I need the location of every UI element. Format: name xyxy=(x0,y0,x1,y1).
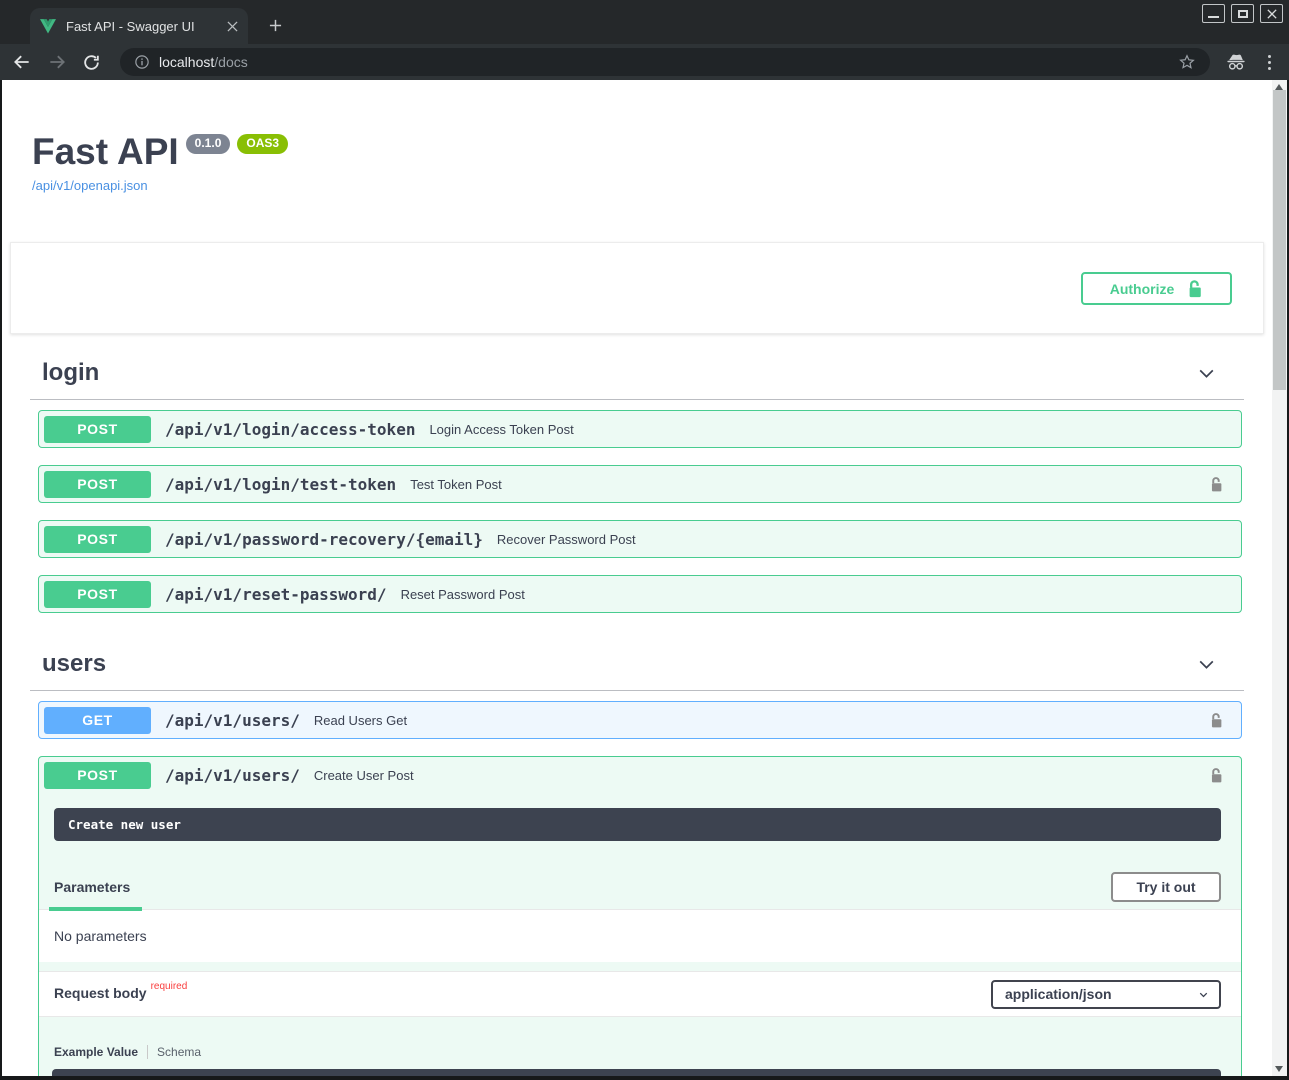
method-badge: POST xyxy=(44,762,151,789)
content-type-select[interactable]: application/json xyxy=(991,980,1221,1009)
endpoint-create-user: POST /api/v1/users/ Create User Post Cre… xyxy=(38,756,1242,1076)
endpoint-path: /api/v1/login/access-token xyxy=(165,420,415,439)
chevron-down-icon[interactable] xyxy=(1196,654,1217,675)
close-button[interactable] xyxy=(1260,4,1283,23)
select-chevron-icon xyxy=(1197,988,1210,1001)
incognito-icon xyxy=(1225,51,1247,73)
endpoint-create-user-header[interactable]: POST /api/v1/users/ Create User Post xyxy=(39,757,1241,793)
method-badge: GET xyxy=(44,707,151,734)
swagger-page: Fast API 0.1.0 OAS3 /api/v1/openapi.json… xyxy=(2,80,1272,1076)
address-bar[interactable]: localhost/docs xyxy=(120,48,1210,76)
endpoint-login-access-token[interactable]: POST /api/v1/login/access-token Login Ac… xyxy=(38,410,1242,448)
endpoint-summary: Read Users Get xyxy=(314,713,407,728)
endpoint-path: /api/v1/login/test-token xyxy=(165,475,396,494)
section-login: login POST /api/v1/login/access-token Lo… xyxy=(30,334,1244,613)
lock-icon[interactable] xyxy=(1210,767,1223,784)
parameters-header: Parameters Try it out xyxy=(39,864,1241,910)
endpoint-path: /api/v1/password-recovery/{email} xyxy=(165,530,483,549)
method-badge: POST xyxy=(44,471,151,498)
section-users: users GET /api/v1/users/ Read Users Get xyxy=(30,630,1244,1076)
active-tab-underline xyxy=(49,907,142,911)
example-code-block: { xyxy=(52,1069,1221,1076)
endpoint-summary: Recover Password Post xyxy=(497,532,636,547)
site-info-icon[interactable] xyxy=(134,54,150,70)
no-parameters-text: No parameters xyxy=(39,910,1241,962)
unlock-icon xyxy=(1187,279,1203,299)
browser-tab[interactable]: Fast API - Swagger UI xyxy=(30,8,248,44)
tab-example-value[interactable]: Example Value xyxy=(54,1045,138,1059)
endpoint-description: Create new user xyxy=(54,808,1221,841)
lock-icon[interactable] xyxy=(1210,712,1223,729)
section-login-header[interactable]: login xyxy=(30,334,1244,400)
method-badge: POST xyxy=(44,581,151,608)
url-host: localhost xyxy=(159,54,214,70)
window-controls xyxy=(1202,4,1283,23)
request-body-label: Request body xyxy=(54,985,147,1001)
endpoint-body: Create new user Parameters Try it out No… xyxy=(39,808,1241,1076)
tab-close-icon[interactable] xyxy=(227,21,238,32)
method-badge: POST xyxy=(44,416,151,443)
endpoint-read-users[interactable]: GET /api/v1/users/ Read Users Get xyxy=(38,701,1242,739)
spacer xyxy=(39,962,1241,971)
parameters-tab[interactable]: Parameters xyxy=(54,879,130,895)
endpoint-password-recovery[interactable]: POST /api/v1/password-recovery/{email} R… xyxy=(38,520,1242,558)
browser-menu-icon[interactable] xyxy=(1262,55,1277,70)
authorize-label: Authorize xyxy=(1110,281,1175,297)
maximize-button[interactable] xyxy=(1231,4,1254,23)
endpoint-summary: Test Token Post xyxy=(410,477,502,492)
section-title: login xyxy=(42,359,99,387)
method-badge: POST xyxy=(44,526,151,553)
fastapi-favicon-icon xyxy=(40,19,56,34)
api-info: Fast API 0.1.0 OAS3 /api/v1/openapi.json xyxy=(2,80,1272,195)
url-text: localhost/docs xyxy=(159,54,248,70)
chevron-down-icon[interactable] xyxy=(1196,363,1217,384)
reload-button-icon[interactable] xyxy=(82,53,101,72)
openapi-spec-link[interactable]: /api/v1/openapi.json xyxy=(32,178,148,193)
tab-schema[interactable]: Schema xyxy=(157,1045,201,1059)
tab-divider xyxy=(147,1045,148,1059)
scheme-container: Authorize xyxy=(10,242,1264,334)
page-title: Fast API xyxy=(32,133,179,170)
section-title: users xyxy=(42,650,106,678)
endpoint-summary: Login Access Token Post xyxy=(429,422,573,437)
example-tabs: Example Value Schema xyxy=(54,1045,1241,1059)
scrollbar-thumb[interactable] xyxy=(1273,90,1286,390)
bookmark-star-icon[interactable] xyxy=(1178,53,1196,71)
back-button-icon[interactable] xyxy=(12,52,32,72)
titlebar: Fast API - Swagger UI xyxy=(0,0,1289,44)
section-users-header[interactable]: users xyxy=(30,630,1244,691)
endpoint-login-test-token[interactable]: POST /api/v1/login/test-token Test Token… xyxy=(38,465,1242,503)
required-label: required xyxy=(151,981,188,992)
url-path: /docs xyxy=(214,54,247,70)
browser-window: Fast API - Swagger UI xyxy=(0,0,1289,1080)
endpoint-summary: Reset Password Post xyxy=(401,587,525,602)
scroll-down-arrow[interactable] xyxy=(1275,1066,1283,1072)
authorize-button[interactable]: Authorize xyxy=(1081,272,1232,305)
endpoint-path: /api/v1/reset-password/ xyxy=(165,585,387,604)
endpoint-path: /api/v1/users/ xyxy=(165,766,300,785)
browser-toolbar: localhost/docs xyxy=(0,44,1289,80)
minimize-button[interactable] xyxy=(1202,4,1225,23)
endpoint-summary: Create User Post xyxy=(314,768,414,783)
tab-title: Fast API - Swagger UI xyxy=(66,19,217,34)
endpoint-reset-password[interactable]: POST /api/v1/reset-password/ Reset Passw… xyxy=(38,575,1242,613)
new-tab-button[interactable] xyxy=(262,12,288,38)
version-badge: 0.1.0 xyxy=(186,134,231,154)
content-type-value: application/json xyxy=(1005,986,1112,1002)
request-body-section: Request body required application/json xyxy=(39,971,1241,1017)
lock-icon[interactable] xyxy=(1210,476,1223,493)
forward-button-icon[interactable] xyxy=(47,52,67,72)
page-scrollbar[interactable] xyxy=(1272,80,1287,1076)
try-it-out-button[interactable]: Try it out xyxy=(1111,872,1221,902)
oas3-badge: OAS3 xyxy=(237,134,288,154)
endpoint-path: /api/v1/users/ xyxy=(165,711,300,730)
